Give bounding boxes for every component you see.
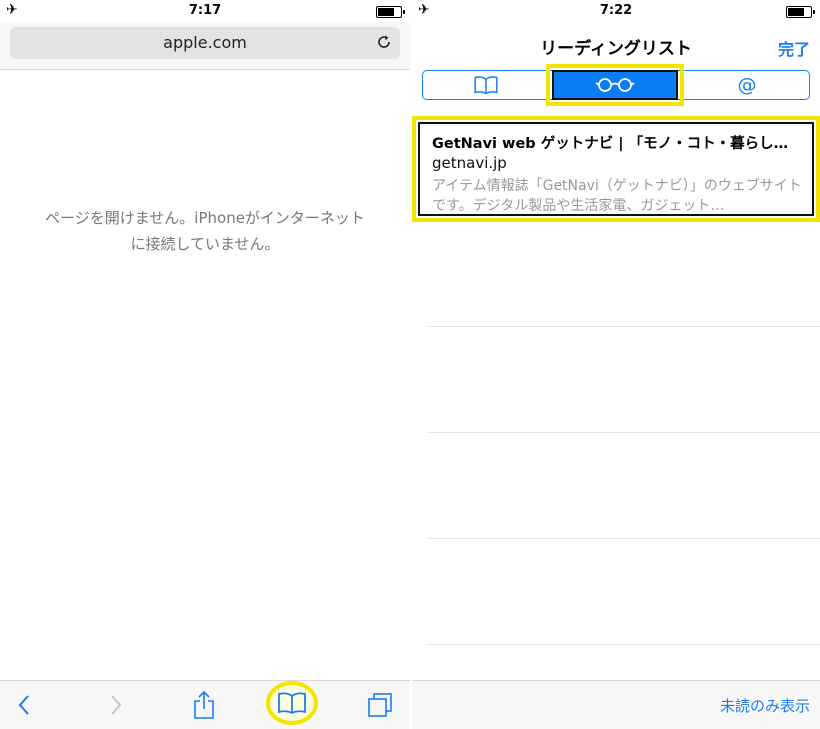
reading-list-item[interactable]: GetNavi web ゲットナビ | 「モノ・コト・暮らし… getnavi.…	[412, 116, 820, 222]
item-title: GetNavi web ゲットナビ | 「モノ・コト・暮らし…	[432, 136, 789, 152]
list-separator	[428, 644, 820, 645]
tabs-icon	[368, 693, 392, 717]
forward-icon	[111, 695, 122, 715]
back-icon	[18, 695, 29, 715]
status-bar: ✈ 7:17	[0, 0, 410, 22]
battery-icon	[786, 6, 815, 18]
status-time: 7:22	[599, 3, 633, 18]
status-time: 7:17	[188, 3, 222, 18]
share-icon	[194, 690, 214, 719]
list-separator	[428, 326, 820, 327]
page-title: リーディングリスト	[540, 39, 692, 59]
bottom-toolbar	[0, 680, 410, 729]
bookmarks-icon	[278, 692, 306, 715]
done-button[interactable]: 完了	[778, 36, 810, 60]
url-text[interactable]: apple.com	[10, 33, 400, 52]
address-bar-container: apple.com	[0, 22, 410, 70]
reading-list-item-border: GetNavi web ゲットナビ | 「モノ・コト・暮らし… getnavi.…	[418, 122, 814, 216]
item-description: アイテム情報誌「GetNavi（ゲットナビ）」のウェブサイトです。デジタル製品や…	[432, 178, 802, 214]
battery-icon	[376, 6, 405, 18]
show-unread-button[interactable]: 未読のみ表示	[720, 695, 810, 716]
share-button[interactable]	[186, 681, 222, 729]
forward-button[interactable]	[100, 681, 132, 729]
reload-icon[interactable]	[376, 34, 392, 50]
tab-shared-links[interactable]: @	[685, 71, 809, 99]
status-bar: ✈ 7:22	[412, 0, 820, 22]
bookmarks-icon	[474, 76, 498, 95]
list-separator	[428, 538, 820, 539]
shared-links-at-icon: @	[737, 74, 757, 96]
bottom-toolbar: 未読のみ表示	[412, 680, 820, 729]
safari-browser-screen: ✈ 7:17 apple.com ページを開けません。iPhoneがインターネッ…	[0, 0, 410, 729]
list-separator	[428, 432, 820, 433]
reading-list-glasses-icon	[595, 78, 635, 92]
no-connection-message: ページを開けません。iPhoneがインターネットに接続していません。	[45, 209, 365, 253]
reading-list-screen: ✈ 7:22 リーディングリスト 完了 @ GetNavi web ゲットナビ …	[412, 0, 820, 729]
tabs-button[interactable]	[362, 681, 398, 729]
tab-bookmarks[interactable]	[423, 71, 549, 99]
back-button[interactable]	[8, 681, 40, 729]
item-domain: getnavi.jp	[432, 154, 507, 172]
bookmarks-button[interactable]	[266, 681, 318, 725]
address-bar[interactable]: apple.com	[10, 27, 400, 59]
tab-reading-list-selected	[552, 70, 678, 100]
tab-reading-list[interactable]	[546, 64, 684, 106]
